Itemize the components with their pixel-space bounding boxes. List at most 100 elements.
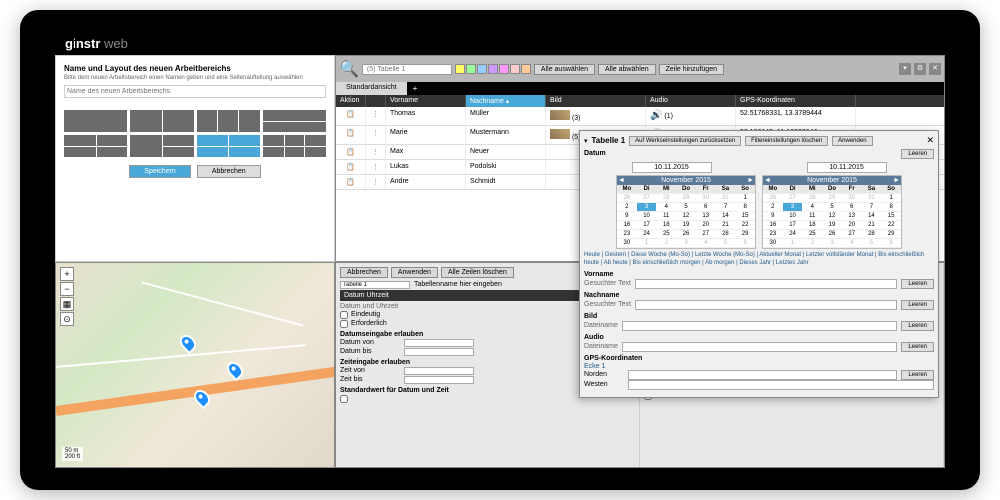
zoom-in-button[interactable]: +: [60, 267, 74, 281]
search-input[interactable]: [362, 64, 452, 75]
search-icon: 🔍: [339, 59, 359, 79]
map-panel: + − ▦ ⊙ 50 m200 ft: [55, 262, 335, 469]
layout-option[interactable]: [130, 135, 193, 157]
app-header: ginstr web: [55, 32, 945, 55]
calendar-from[interactable]: ◄November 2015► MoDiMiDoFrSaSo2627282930…: [616, 175, 756, 249]
view-tabs: Standardansicht +: [336, 82, 944, 95]
leeren-vorname[interactable]: Leeren: [901, 279, 934, 289]
reset-button[interactable]: Auf Werkseinstellungen zurücksetzen: [629, 136, 741, 146]
nachname-filter-input[interactable]: [635, 300, 897, 310]
date-to-input[interactable]: [807, 162, 887, 173]
date-from-input[interactable]: [632, 162, 712, 173]
drag-icon[interactable]: ⋮: [366, 175, 386, 189]
audio-filter-input[interactable]: [622, 342, 897, 352]
col-nachname[interactable]: Nachname ▴: [466, 95, 546, 107]
clear-filter-button[interactable]: Filtereinstellungen löschen: [745, 136, 828, 146]
add-row-button[interactable]: Zeile hinzufügen: [659, 64, 724, 75]
datum-bis-input[interactable]: [404, 348, 474, 356]
gps-norden-input[interactable]: [628, 370, 897, 380]
drag-icon[interactable]: ⋮: [366, 126, 386, 144]
abbrechen-button[interactable]: Abbrechen: [340, 267, 388, 278]
color-swatches: [455, 64, 531, 74]
filter-title: Tabelle 1: [592, 136, 626, 145]
zeit-von-input[interactable]: [404, 367, 474, 375]
prev-month-icon[interactable]: ◄: [764, 177, 771, 184]
workspace-name-input[interactable]: [64, 85, 326, 98]
layout-option[interactable]: [263, 110, 326, 132]
close-icon[interactable]: ✕: [929, 63, 941, 75]
layout-option[interactable]: [64, 110, 127, 132]
settings-icon[interactable]: ⚙: [914, 63, 926, 75]
apply-filter-button[interactable]: Anwenden: [832, 136, 872, 146]
drag-icon[interactable]: ⋮: [366, 107, 386, 125]
select-all-button[interactable]: Alle auswählen: [534, 64, 595, 75]
leeren-audio[interactable]: Leeren: [901, 342, 934, 352]
tab-add[interactable]: +: [407, 82, 424, 95]
layers-button[interactable]: ▦: [60, 297, 74, 311]
leeren-datum[interactable]: Leeren: [901, 149, 934, 159]
datum-von-input[interactable]: [404, 339, 474, 347]
col-aktion[interactable]: Aktion: [336, 95, 366, 107]
erforderlich-check[interactable]: [340, 320, 348, 328]
layout-option[interactable]: [130, 110, 193, 132]
layout-option[interactable]: [197, 110, 260, 132]
row-action-icon[interactable]: 📋: [336, 107, 366, 125]
leeren-nachname[interactable]: Leeren: [901, 300, 934, 310]
row-action-icon[interactable]: 📋: [336, 126, 366, 144]
layout-option-selected[interactable]: [197, 135, 260, 157]
cancel-button[interactable]: Abbrechen: [197, 165, 261, 178]
col-vorname[interactable]: Vorname: [386, 95, 466, 107]
table-row[interactable]: 📋⋮ThomasMüller (3)🔊 (1)52.51768331, 13.3…: [336, 107, 944, 126]
leeren-gps[interactable]: Leeren: [901, 370, 934, 380]
row-action-icon[interactable]: 📋: [336, 145, 366, 159]
col-audio[interactable]: Audio: [646, 95, 736, 107]
row-action-icon[interactable]: 📋: [336, 175, 366, 189]
tab-standard[interactable]: Standardansicht: [336, 82, 407, 95]
color-swatch[interactable]: [477, 64, 487, 74]
zoom-out-button[interactable]: −: [60, 282, 74, 296]
vorname-filter-input[interactable]: [635, 279, 897, 289]
quick-date-links[interactable]: Heute | Gestern | Diese Woche (Mo-So) | …: [584, 252, 934, 268]
filter-icon: ▾: [584, 137, 588, 145]
map-scale: 50 m200 ft: [62, 447, 83, 461]
layout-option[interactable]: [263, 135, 326, 157]
layout-option[interactable]: [64, 135, 127, 157]
eindeutig-check[interactable]: [340, 311, 348, 319]
map-pin[interactable]: [177, 332, 200, 355]
drag-icon[interactable]: ⋮: [366, 145, 386, 159]
std-check[interactable]: [340, 395, 348, 403]
next-month-icon[interactable]: ►: [747, 177, 754, 184]
prev-month-icon[interactable]: ◄: [618, 177, 625, 184]
alle-loeschen-button[interactable]: Alle Zeilen löschen: [441, 267, 514, 278]
col-drag: [366, 95, 386, 107]
leeren-bild[interactable]: Leeren: [901, 321, 934, 331]
color-swatch[interactable]: [521, 64, 531, 74]
locate-button[interactable]: ⊙: [60, 312, 74, 326]
map-pin[interactable]: [224, 358, 247, 381]
color-swatch[interactable]: [510, 64, 520, 74]
anwenden-button[interactable]: Anwenden: [391, 267, 438, 278]
row-action-icon[interactable]: 📋: [336, 160, 366, 174]
close-filter-icon[interactable]: ✕: [926, 135, 934, 146]
color-swatch[interactable]: [455, 64, 465, 74]
next-month-icon[interactable]: ►: [893, 177, 900, 184]
color-swatch[interactable]: [488, 64, 498, 74]
table-toolbar: 🔍 Alle auswählen Alle abwählen Zeile hin…: [336, 56, 944, 82]
col-bild[interactable]: Bild: [546, 95, 646, 107]
filter-icon[interactable]: ▾: [899, 63, 911, 75]
color-swatch[interactable]: [466, 64, 476, 74]
layout-subtitle: Bitte dem neuen Arbeitsbereich einen Nam…: [64, 75, 326, 81]
gps-westen-input[interactable]: [628, 380, 934, 390]
zeit-bis-input[interactable]: [404, 376, 474, 384]
logo: ginstr web: [65, 36, 128, 51]
bild-filter-input[interactable]: [622, 321, 897, 331]
table-name-input[interactable]: [340, 281, 410, 289]
drag-icon[interactable]: ⋮: [366, 160, 386, 174]
calendar-to[interactable]: ◄November 2015► MoDiMiDoFrSaSo2627282930…: [762, 175, 902, 249]
col-gps[interactable]: GPS-Koordinaten: [736, 95, 856, 107]
save-button[interactable]: Speichern: [129, 165, 191, 178]
map[interactable]: + − ▦ ⊙ 50 m200 ft: [56, 263, 334, 468]
layout-title: Name und Layout des neuen Arbeitbereichs: [64, 64, 326, 73]
deselect-all-button[interactable]: Alle abwählen: [598, 64, 656, 75]
color-swatch[interactable]: [499, 64, 509, 74]
